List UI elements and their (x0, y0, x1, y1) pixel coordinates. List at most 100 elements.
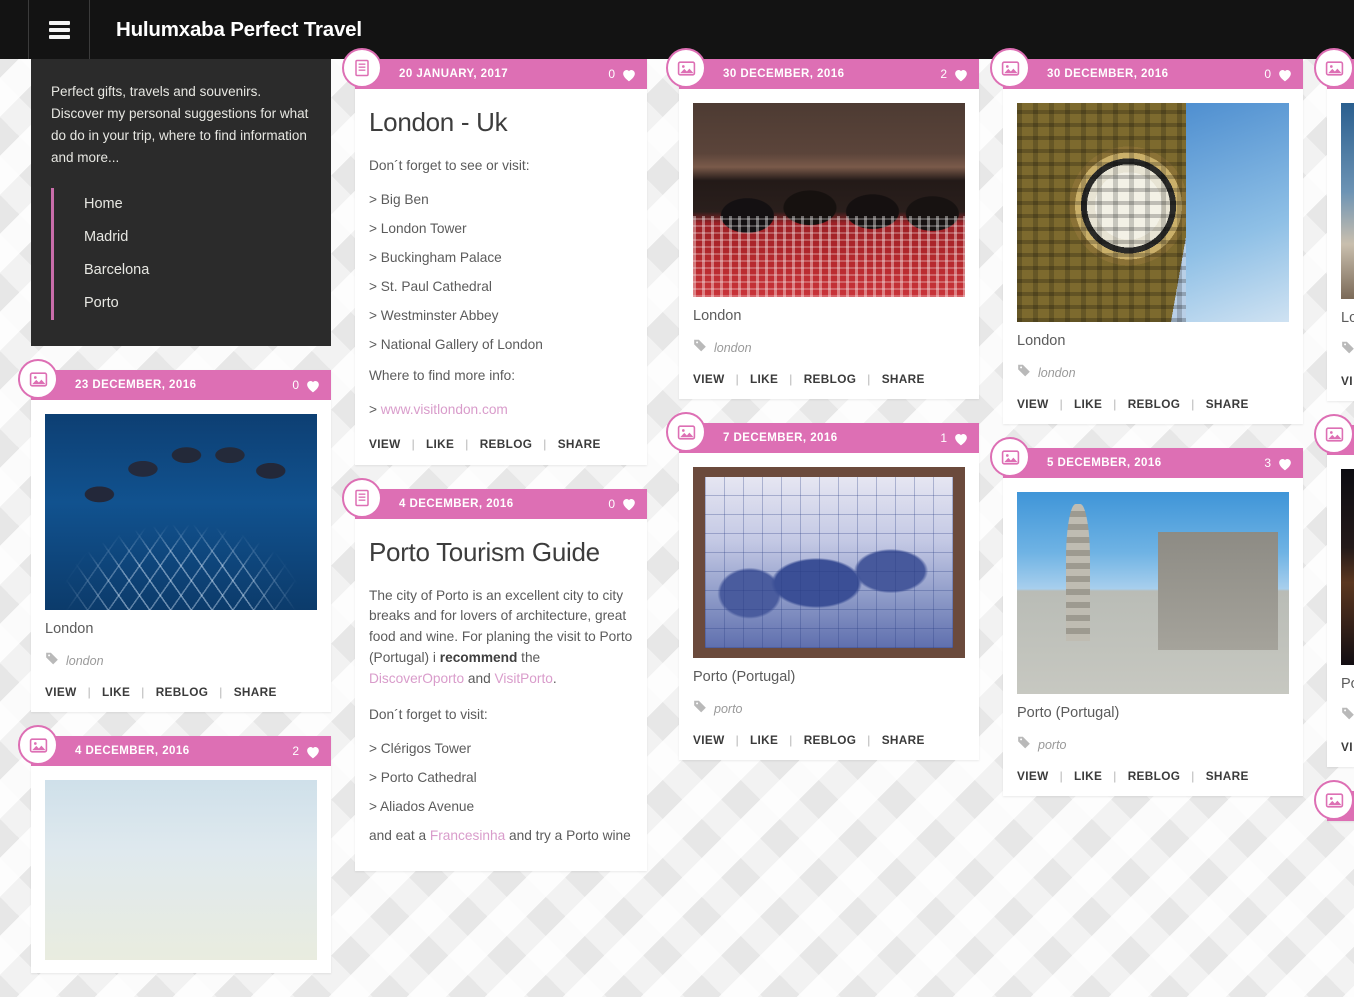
post-title: London - Uk (369, 107, 508, 137)
view-link[interactable]: VIEW (45, 685, 77, 699)
post-actions: VIEW | LIKE | REBLOG | SHARE (45, 685, 317, 699)
tag-icon (693, 338, 707, 357)
post-image-azulejo-panel[interactable] (693, 467, 965, 658)
post-card[interactable]: 23 DECEMBER, 2016 0 London london VIEW |… (18, 359, 331, 713)
image-icon (666, 412, 706, 452)
post-card[interactable]: 5 DECEMBER, 2016 3 Porto (Portugal) port… (990, 437, 1303, 796)
reblog-link[interactable]: REBLOG (1128, 769, 1181, 783)
action-separator: | (735, 372, 739, 386)
action-separator: | (1059, 397, 1063, 411)
tag-label[interactable]: london (714, 341, 752, 355)
visitlondon-link[interactable]: www.visitlondon.com (381, 402, 508, 417)
post-card[interactable]: 4 DECEMBER, 2016 0 Porto Tourism Guide T… (342, 477, 647, 871)
like-counter[interactable]: 2 (940, 67, 967, 81)
view-link[interactable]: VIEW (693, 372, 725, 386)
reblog-link[interactable]: REBLOG (804, 372, 857, 386)
para-part-2: the (517, 650, 541, 666)
reblog-link[interactable]: REBLOG (1128, 397, 1181, 411)
post-image-clipped[interactable] (1341, 103, 1354, 299)
post-tags (1341, 706, 1354, 725)
post-image-clipped[interactable] (1341, 469, 1354, 665)
like-counter[interactable]: 0 (608, 67, 635, 81)
post-list-item: > Clérigos Tower (369, 740, 472, 756)
heart-icon (1278, 69, 1291, 82)
post-card[interactable]: Po VI (1314, 414, 1354, 767)
post-card[interactable]: 4 DECEMBER, 2016 2 (18, 725, 331, 974)
share-link[interactable]: SHARE (234, 685, 277, 699)
view-link[interactable]: VIEW (1017, 769, 1049, 783)
tag-label[interactable]: london (66, 654, 104, 668)
view-link[interactable]: VI (1341, 374, 1353, 388)
para-part-4: . (552, 670, 557, 686)
post-card[interactable] (1314, 780, 1354, 821)
reblog-link[interactable]: REBLOG (480, 437, 533, 451)
share-link[interactable]: SHARE (882, 733, 925, 747)
like-counter[interactable]: 1 (940, 431, 967, 445)
grid-column-5-clipped: Lo VI P VI (1314, 48, 1354, 845)
post-header: 7 DECEMBER, 2016 1 (679, 423, 979, 453)
share-link[interactable]: SHARE (1206, 769, 1249, 783)
nav-item-home[interactable]: Home (72, 188, 309, 221)
view-link[interactable]: VIEW (369, 437, 401, 451)
post-image-sky[interactable] (45, 780, 317, 961)
like-link[interactable]: LIKE (1074, 769, 1102, 783)
post-tail: and eat a Francesinha and try a Porto wi… (369, 828, 633, 843)
hamburger-menu-button[interactable] (28, 0, 90, 59)
image-icon (666, 48, 706, 88)
action-separator: | (1113, 397, 1117, 411)
visitporto-link[interactable]: VisitPorto (495, 671, 553, 686)
post-image-queens-guards[interactable] (693, 103, 965, 297)
post-image-london-eye[interactable] (45, 414, 317, 611)
action-separator: | (411, 436, 415, 451)
view-link[interactable]: VIEW (1017, 397, 1049, 411)
view-link[interactable]: VIEW (693, 733, 725, 747)
image-icon (990, 48, 1030, 88)
nav-item-porto[interactable]: Porto (72, 287, 309, 320)
share-link[interactable]: SHARE (1206, 397, 1249, 411)
post-body: London london VIEW | LIKE | REBLOG | SHA… (31, 400, 331, 712)
post-image-big-ben[interactable] (1017, 103, 1289, 322)
like-link[interactable]: LIKE (102, 685, 130, 699)
like-link[interactable]: LIKE (426, 437, 454, 451)
grid-column-1: Perfect gifts, travels and souvenirs. Di… (18, 59, 331, 997)
post-actions: VI (1341, 740, 1354, 754)
view-link[interactable]: VI (1341, 740, 1353, 754)
action-separator: | (867, 372, 871, 386)
post-card[interactable]: 30 DECEMBER, 2016 2 London london VIEW |… (666, 48, 979, 399)
post-card[interactable]: 20 JANUARY, 2017 0 London - Uk Don´t for… (342, 48, 647, 465)
post-list-item: > Porto Cathedral (369, 769, 477, 785)
share-link[interactable]: SHARE (882, 372, 925, 386)
reblog-link[interactable]: REBLOG (804, 733, 857, 747)
tag-icon (1017, 363, 1031, 382)
like-link[interactable]: LIKE (1074, 397, 1102, 411)
like-link[interactable]: LIKE (750, 733, 778, 747)
francesinha-link[interactable]: Francesinha (430, 828, 505, 843)
tag-label[interactable]: porto (1038, 738, 1067, 752)
post-caption: Po (1341, 676, 1354, 692)
reblog-link[interactable]: REBLOG (156, 685, 209, 699)
share-link[interactable]: SHARE (558, 437, 601, 451)
post-header: 30 DECEMBER, 2016 0 (1003, 59, 1303, 89)
post-card[interactable]: Lo VI (1314, 48, 1354, 401)
discoveroporto-link[interactable]: DiscoverOporto (369, 671, 464, 686)
post-card[interactable]: 7 DECEMBER, 2016 1 Porto (Portugal) port… (666, 412, 979, 760)
nav-item-madrid[interactable]: Madrid (72, 221, 309, 254)
tail-pre: and eat a (369, 827, 430, 843)
post-date: 7 DECEMBER, 2016 (723, 432, 838, 444)
post-actions: VIEW | LIKE | REBLOG | SHARE (1017, 397, 1289, 411)
post-tags: london (693, 338, 965, 357)
post-card[interactable]: 30 DECEMBER, 2016 0 London london VIEW |… (990, 48, 1303, 424)
post-date: 4 DECEMBER, 2016 (399, 497, 514, 510)
like-counter[interactable]: 3 (1264, 456, 1291, 470)
like-counter[interactable]: 0 (292, 378, 319, 392)
nav-item-barcelona[interactable]: Barcelona (72, 254, 309, 287)
post-image-porto-cathedral[interactable] (1017, 492, 1289, 694)
heart-icon (1278, 458, 1291, 471)
like-counter[interactable]: 2 (292, 744, 319, 758)
tag-label[interactable]: porto (714, 702, 743, 716)
like-counter[interactable]: 0 (1264, 67, 1291, 81)
tag-label[interactable]: london (1038, 366, 1076, 380)
tag-icon (1341, 706, 1354, 725)
like-link[interactable]: LIKE (750, 372, 778, 386)
like-counter[interactable]: 0 (608, 497, 635, 511)
